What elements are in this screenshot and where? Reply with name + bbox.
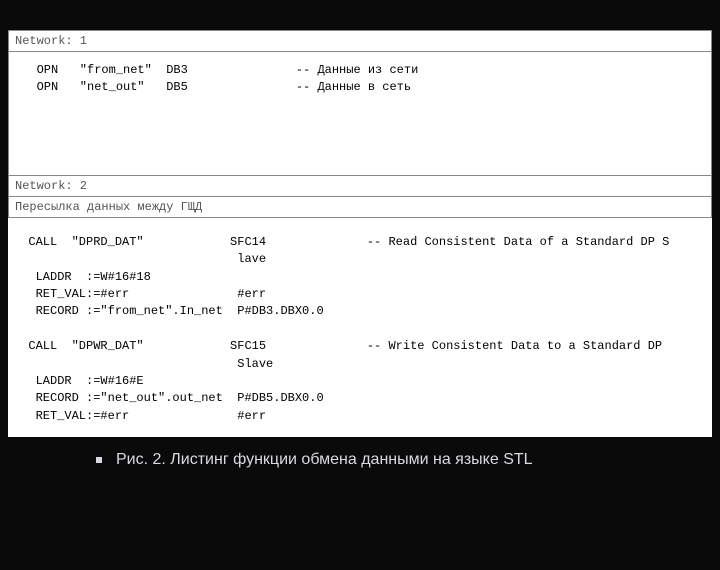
- network-1-code: OPN "from_net" DB3 -- Данные из сети OPN…: [9, 52, 711, 115]
- network-1-block: Network: 1 OPN "from_net" DB3 -- Данные …: [8, 30, 712, 218]
- network-1-header: Network: 1: [9, 31, 711, 52]
- figure-caption-bar: Рис. 2. Листинг функции обмена данными н…: [0, 437, 720, 499]
- bullet-icon: [96, 457, 102, 463]
- network-2-subheader: Пересылка данных между ГЩД: [9, 197, 711, 217]
- network-2-code: CALL "DPRD_DAT" SFC14 -- Read Consistent…: [8, 218, 712, 437]
- figure-caption: Рис. 2. Листинг функции обмена данными н…: [116, 451, 533, 468]
- blank-spacer: [9, 115, 711, 175]
- network-2-header: Network: 2: [9, 175, 711, 197]
